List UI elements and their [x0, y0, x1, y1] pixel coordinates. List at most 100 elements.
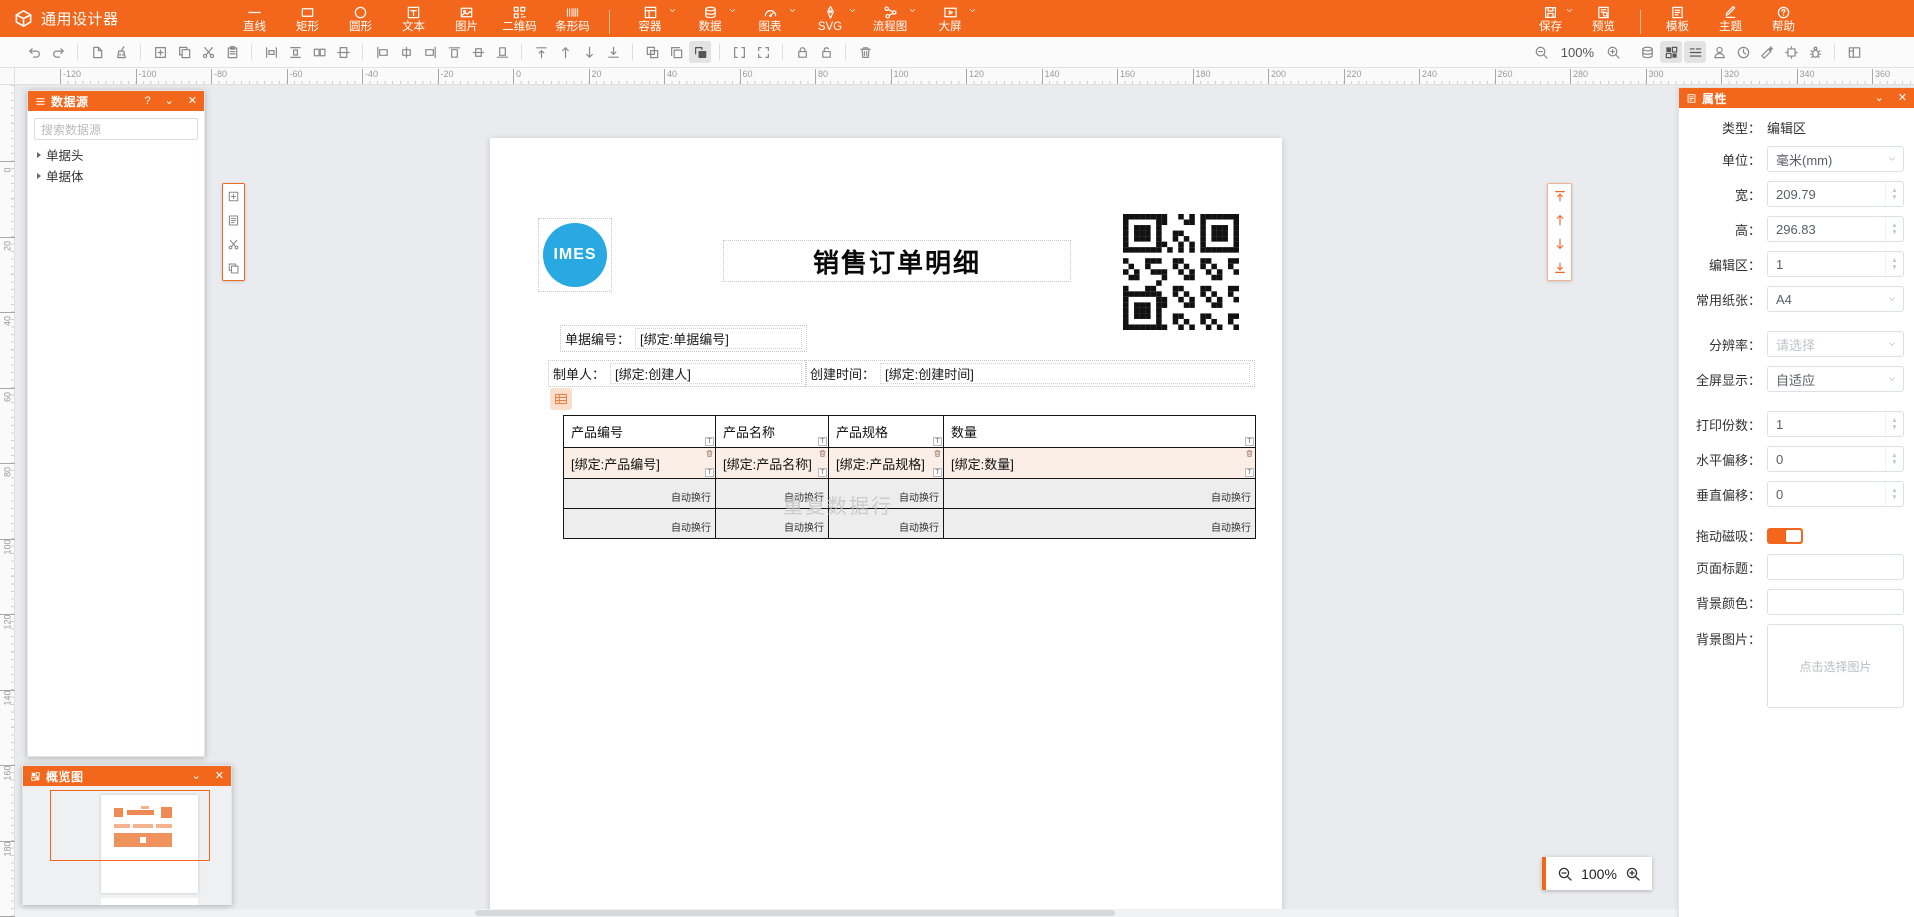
- text-component-chip[interactable]: T: [1245, 468, 1254, 477]
- design-page[interactable]: IMES 销售订单明细 单据编号： [绑定:单据编号] 制单人： [绑定:创建人…: [490, 138, 1282, 917]
- table-header-cell[interactable]: 数量T: [944, 416, 1256, 448]
- redo-button[interactable]: [47, 41, 69, 63]
- file-new-button[interactable]: [86, 41, 108, 63]
- move-down-button[interactable]: [578, 41, 600, 63]
- title-component[interactable]: 销售订单明细: [723, 240, 1071, 282]
- height-stepper[interactable]: ▲▼: [1885, 217, 1903, 241]
- table-binding-cell[interactable]: [绑定:产品规格]T: [829, 448, 944, 479]
- table-header-cell[interactable]: 产品编号T: [564, 416, 716, 448]
- zoom-in-button[interactable]: [1602, 41, 1624, 63]
- group-copy-button[interactable]: [641, 41, 663, 63]
- topbar-tool-data[interactable]: 数据: [680, 0, 740, 37]
- delete-binding-icon[interactable]: [705, 449, 714, 458]
- topbar-tool-line[interactable]: 直线: [228, 0, 281, 37]
- drag-snap-toggle[interactable]: [1767, 528, 1803, 544]
- offset-x-input[interactable]: 0: [1767, 446, 1904, 472]
- height-input[interactable]: 296.83: [1767, 216, 1904, 242]
- field-creator[interactable]: 制单人： [绑定:创建人]: [548, 360, 807, 387]
- offset-y-input[interactable]: 0: [1767, 481, 1904, 507]
- print-count-stepper[interactable]: ▲▼: [1885, 412, 1903, 436]
- table-header-cell[interactable]: 产品规格T: [829, 416, 944, 448]
- field-created-time[interactable]: 创建时间： [绑定:创建时间]: [805, 360, 1255, 387]
- align-center-button[interactable]: [395, 41, 417, 63]
- topbar-tool-svg-pen[interactable]: SVG: [800, 0, 860, 37]
- clear-brush-button[interactable]: [110, 41, 132, 63]
- properties-close-button[interactable]: ✕: [1898, 93, 1907, 104]
- topbar-tool-template[interactable]: 模板: [1651, 0, 1704, 37]
- table-autowrap-cell[interactable]: 自动换行: [944, 479, 1256, 509]
- horizontal-scrollbar[interactable]: [15, 909, 1678, 917]
- canvas-zoom-out-button[interactable]: [1557, 866, 1573, 882]
- edit-area-input[interactable]: 1: [1767, 251, 1904, 277]
- undo-button[interactable]: [23, 41, 45, 63]
- topbar-tool-barcode[interactable]: 条形码: [546, 0, 599, 37]
- text-component-chip[interactable]: T: [1245, 437, 1254, 446]
- lock-button[interactable]: [791, 41, 813, 63]
- topbar-tool-circle[interactable]: 圆形: [334, 0, 387, 37]
- topbar-tool-container[interactable]: 容器: [620, 0, 680, 37]
- bg-image-picker[interactable]: 点击选择图片: [1767, 624, 1904, 708]
- tree-item-doc-body[interactable]: 单据体: [28, 165, 204, 186]
- edit-area-stepper[interactable]: ▲▼: [1885, 252, 1903, 276]
- width-input[interactable]: 209.79: [1767, 181, 1904, 207]
- template-mini-button[interactable]: [223, 208, 244, 232]
- overview-close-button[interactable]: ✕: [215, 771, 224, 782]
- widgets-toggle-button[interactable]: [1660, 41, 1682, 63]
- delete-binding-icon[interactable]: [818, 449, 827, 458]
- properties-panel-header[interactable]: 属性 ⌄ ✕: [1679, 88, 1914, 108]
- horizontal-scrollbar-thumb[interactable]: [475, 910, 1115, 916]
- bug-toggle-button[interactable]: [1804, 41, 1826, 63]
- text-component-chip[interactable]: T: [705, 437, 714, 446]
- datasource-db-toggle-button[interactable]: [1636, 41, 1658, 63]
- text-component-chip[interactable]: T: [705, 468, 714, 477]
- move-up-button[interactable]: [554, 41, 576, 63]
- user-toggle-button[interactable]: [1708, 41, 1730, 63]
- equal-size-button[interactable]: [308, 41, 330, 63]
- table-binding-cell[interactable]: [绑定:产品名称]T: [716, 448, 829, 479]
- text-component-chip[interactable]: T: [933, 437, 942, 446]
- add-copy-button[interactable]: [149, 41, 171, 63]
- field-creator-binding[interactable]: [绑定:创建人]: [610, 363, 802, 384]
- topbar-tool-qrcode[interactable]: 二维码: [493, 0, 546, 37]
- datasource-collapse-button[interactable]: ⌄: [165, 96, 174, 107]
- align-top-button[interactable]: [443, 41, 465, 63]
- trash-button[interactable]: [854, 41, 876, 63]
- field-doc-no[interactable]: 单据编号： [绑定:单据编号]: [560, 325, 807, 352]
- qrcode-component[interactable]: [1123, 214, 1239, 330]
- delete-binding-icon[interactable]: [933, 449, 942, 458]
- to-top-layer-button[interactable]: [1548, 184, 1571, 208]
- overview-collapse-button[interactable]: ⌄: [192, 771, 201, 782]
- print-count-input[interactable]: 1: [1767, 411, 1904, 437]
- history-toggle-button[interactable]: [1732, 41, 1754, 63]
- datasource-close-button[interactable]: ✕: [188, 96, 197, 107]
- offset-y-stepper[interactable]: ▲▼: [1885, 482, 1903, 506]
- unlock-button[interactable]: [815, 41, 837, 63]
- table-settings-chip[interactable]: [550, 388, 572, 410]
- delete-binding-icon[interactable]: [1245, 449, 1254, 458]
- datasource-help-button[interactable]: ?: [144, 96, 150, 107]
- copy-doc-mini-button[interactable]: [223, 256, 244, 280]
- canvas-zoom-in-button[interactable]: [1625, 866, 1641, 882]
- topbar-tool-theme[interactable]: 主题: [1704, 0, 1757, 37]
- overview-thumbnail[interactable]: [23, 786, 231, 905]
- text-component-chip[interactable]: T: [818, 437, 827, 446]
- to-bottom-button[interactable]: [602, 41, 624, 63]
- offset-x-stepper[interactable]: ▲▼: [1885, 447, 1903, 471]
- zoom-out-button[interactable]: [1531, 41, 1553, 63]
- table-binding-cell[interactable]: [绑定:数量]T: [944, 448, 1256, 479]
- logo-component[interactable]: IMES: [538, 218, 612, 292]
- table-autowrap-cell[interactable]: 自动换行: [716, 479, 829, 509]
- paste-button[interactable]: [221, 41, 243, 63]
- table-autowrap-cell[interactable]: 自动换行: [944, 509, 1256, 539]
- group-button[interactable]: [728, 41, 750, 63]
- data-table-component[interactable]: 产品编号T产品名称T产品规格T数量T[绑定:产品编号]T[绑定:产品名称]T[绑…: [563, 415, 1256, 539]
- table-autowrap-cell[interactable]: 自动换行: [716, 509, 829, 539]
- topbar-tool-text[interactable]: 文本: [387, 0, 440, 37]
- resolution-select[interactable]: 请选择: [1767, 331, 1904, 357]
- outline-toggle-button[interactable]: [1684, 41, 1706, 63]
- design-canvas[interactable]: IMES 销售订单明细 单据编号： [绑定:单据编号] 制单人： [绑定:创建人…: [15, 85, 1914, 917]
- add-copy-mini-button[interactable]: [223, 184, 244, 208]
- topbar-tool-help[interactable]: 帮助: [1757, 0, 1810, 37]
- topbar-tool-image[interactable]: 图片: [440, 0, 493, 37]
- text-component-chip[interactable]: T: [933, 468, 942, 477]
